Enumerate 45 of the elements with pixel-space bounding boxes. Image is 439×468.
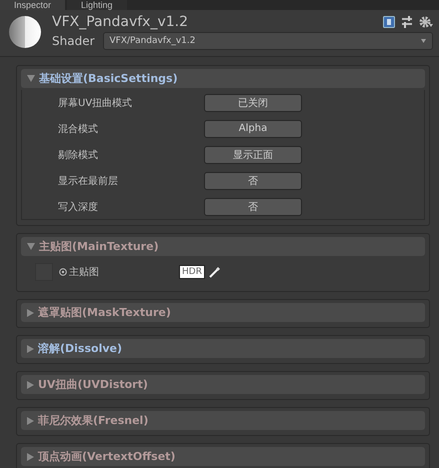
section-title: 遮罩贴图(MaskTexture) [38,305,171,320]
eyedropper-icon[interactable] [208,266,221,278]
expand-arrow-icon[interactable] [27,344,34,352]
property-label: 剔除模式 [58,148,99,162]
option-button[interactable]: 已关闭 [204,94,302,112]
property-label: 主贴图 [69,266,100,279]
property-label: 显示在最前层 [58,174,119,188]
property-label: 屏幕UV扭曲模式 [58,96,134,110]
hdr-color-field[interactable]: HDR [179,265,205,279]
section-header[interactable]: 基础设置(BasicSettings) [21,69,425,88]
section-title: 溶解(Dissolve) [38,341,122,356]
caret-icon [421,39,426,43]
settings-icon[interactable] [419,16,433,28]
property-label: 混合模式 [58,122,99,136]
tab[interactable]: Inspector [0,0,66,10]
material-name: VFX_Pandavfx_v1.2 [52,14,188,30]
option-button[interactable]: 显示正面 [204,146,302,164]
collapse-arrow-icon[interactable] [27,243,35,250]
section-title: 基础设置(BasicSettings) [39,71,178,86]
section-header[interactable]: 主贴图(MainTexture) [21,237,425,256]
section-title: UV扭曲(UVDistort) [38,377,148,392]
section-header[interactable]: UV扭曲(UVDistort) [21,375,425,394]
collapse-arrow-icon[interactable] [27,75,35,82]
expand-arrow-icon[interactable] [27,308,34,316]
option-button[interactable]: Alpha [204,120,302,138]
section-header[interactable]: 遮罩贴图(MaskTexture) [21,303,425,322]
section-title: 顶点动画(VertextOffset) [38,449,176,464]
option-button[interactable]: 否 [204,172,302,190]
help-icon[interactable] [383,16,395,28]
section-header[interactable]: 溶解(Dissolve) [21,339,425,358]
expand-arrow-icon[interactable] [27,452,34,460]
section-title: 主贴图(MainTexture) [39,239,159,254]
shader-label: Shader [52,34,95,48]
section-header[interactable]: 顶点动画(VertextOffset) [21,447,425,466]
target-icon[interactable] [59,268,67,276]
section-title: 菲尼尔效果(Fresnel) [38,413,148,428]
section-header[interactable]: 菲尼尔效果(Fresnel) [21,411,425,430]
material-preview-icon [8,15,42,49]
shader-dropdown[interactable]: VFX/Pandavfx_v1.2 [102,32,433,50]
tab[interactable]: Lighting [67,0,127,10]
sliders-icon[interactable] [401,16,413,28]
option-button[interactable]: 否 [204,198,302,216]
expand-arrow-icon[interactable] [27,416,34,424]
property-label: 写入深度 [58,200,99,214]
expand-arrow-icon[interactable] [27,380,34,388]
